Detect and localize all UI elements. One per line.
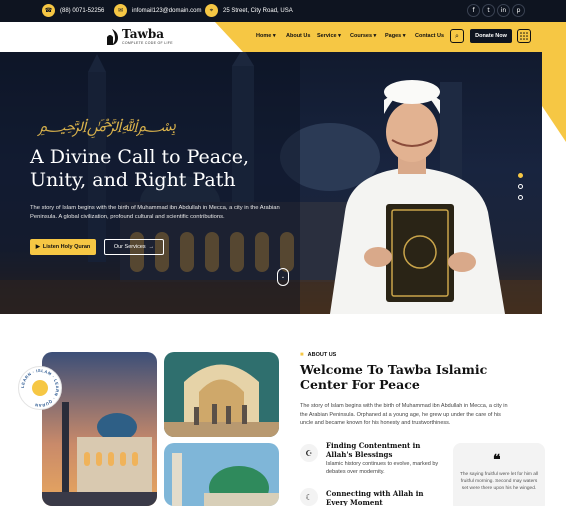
mosque-interior-image	[164, 352, 279, 437]
facebook-icon[interactable]: f	[467, 4, 480, 17]
chevron-down-icon: ▾	[338, 33, 341, 39]
nav-contact[interactable]: Contact Us	[415, 33, 444, 39]
feature-title-1: Finding Contentment in Allah's Blessings	[326, 441, 421, 459]
arrow-right-icon: →	[148, 244, 155, 250]
quote-icon: ❝	[493, 452, 501, 468]
badge-ring-text: LEARN · ISLAM · LEARN · QURAN	[20, 368, 60, 408]
bismillah-calligraphy: ﷽	[38, 115, 177, 136]
svg-text:LEARN · ISLAM · LEARN · QURAN: LEARN · ISLAM · LEARN · QURAN	[20, 368, 60, 408]
our-services-button[interactable]: Our Services →	[104, 239, 164, 255]
email-contact[interactable]: ✉ infomail123@domain.com	[114, 4, 201, 17]
about-section-label: ■ ABOUT US	[300, 352, 337, 358]
mosque-small-icon: ■	[300, 352, 304, 358]
quote-text: The saying fruitful were let for him all…	[459, 472, 539, 491]
email-address: infomail123@domain.com	[132, 7, 202, 14]
chevron-down-icon: ▾	[402, 33, 406, 39]
pinterest-icon[interactable]: p	[512, 4, 525, 17]
location-icon: ⌖	[205, 4, 218, 17]
feature-title-2: Connecting with Allah in Every Moment	[326, 489, 424, 506]
listen-quran-button[interactable]: ▶ Listen Holy Quran	[30, 239, 96, 255]
hero-title: A Divine Call to Peace, Unity, and Right…	[30, 146, 250, 191]
menu-grid-button[interactable]	[517, 29, 531, 43]
slider-dot-3[interactable]	[518, 195, 523, 200]
hero-description: The story of Islam begins with the birth…	[30, 205, 280, 220]
mosque-logo-icon[interactable]	[104, 28, 120, 46]
top-bar: ☎ (88) 0071-52256 ✉ infomail123@domain.c…	[0, 0, 566, 22]
green-dome-image	[164, 443, 279, 506]
play-icon: ▶	[35, 244, 40, 250]
instagram-icon[interactable]: in	[497, 4, 510, 17]
phone-number: (88) 0071-52256	[60, 7, 105, 14]
feature-desc-1: Islamic history continues to evolve, mar…	[326, 461, 439, 475]
logo-name[interactable]: Tawba	[122, 27, 164, 41]
search-icon: ⌕	[455, 31, 459, 40]
logo-tagline: COMPLETE CODE OF LIFE	[122, 41, 173, 45]
search-button[interactable]: ⌕	[450, 29, 464, 43]
about-description: The story of Islam begins with the birth…	[300, 403, 508, 426]
scroll-down-icon[interactable]: ⌄	[277, 268, 289, 286]
about-title: Welcome To Tawba Islamic Center For Peac…	[300, 362, 488, 392]
nav-pages[interactable]: Pages ▾	[385, 33, 406, 39]
address-text: 25 Street, City Road, USA	[223, 7, 293, 14]
chevron-down-icon: ▾	[272, 33, 276, 39]
prayer-icon: ☾	[300, 488, 318, 506]
nav-home[interactable]: Home ▾	[256, 33, 276, 39]
phone-contact[interactable]: ☎ (88) 0071-52256	[42, 4, 104, 17]
slider-dot-2[interactable]	[518, 184, 523, 189]
nav-about[interactable]: About Us	[286, 33, 310, 39]
nav-service[interactable]: Service ▾	[317, 33, 341, 39]
twitter-icon[interactable]: t	[482, 4, 495, 17]
address-contact: ⌖ 25 Street, City Road, USA	[205, 4, 293, 17]
grid-icon	[520, 32, 528, 40]
slider-dot-1[interactable]	[518, 173, 523, 178]
chevron-down-icon: ▾	[373, 33, 377, 39]
phone-icon: ☎	[42, 4, 55, 17]
mail-icon: ✉	[114, 4, 127, 17]
nav-courses[interactable]: Courses ▾	[350, 33, 376, 39]
quran-stand-icon: ☪	[300, 444, 318, 462]
donate-button[interactable]: Donate Now	[470, 29, 512, 43]
